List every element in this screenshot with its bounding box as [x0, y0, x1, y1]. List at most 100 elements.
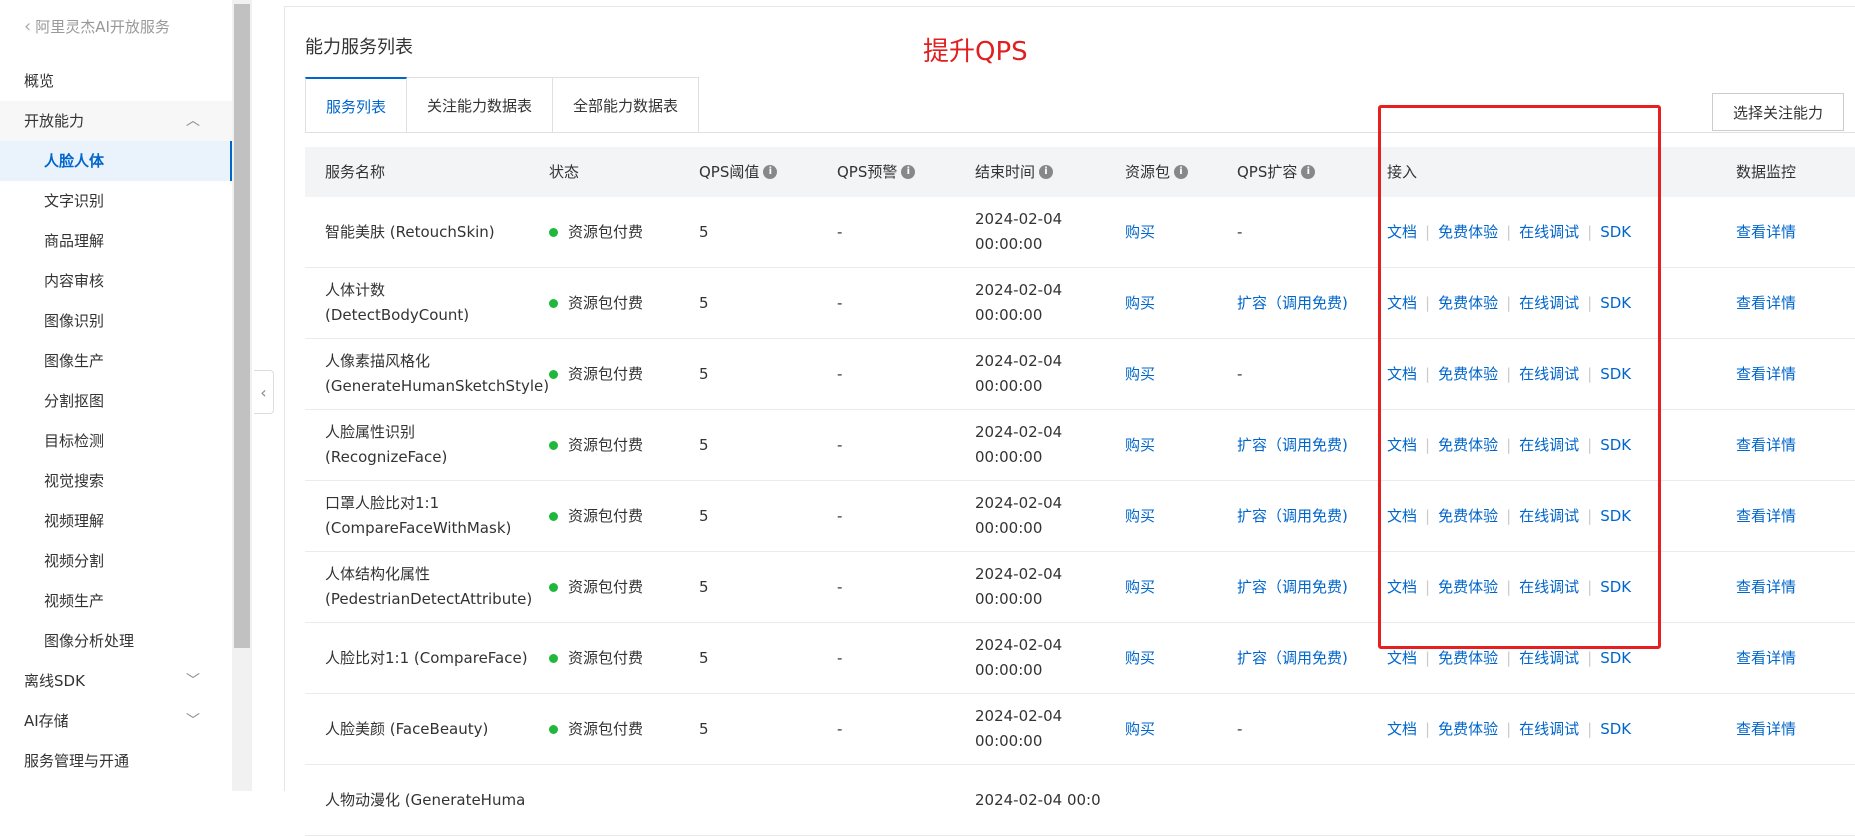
detail-link[interactable]: 查看详情: [1736, 294, 1796, 312]
doc-link[interactable]: 文档: [1387, 507, 1417, 525]
sdk-link[interactable]: SDK: [1600, 649, 1631, 667]
sdk-link[interactable]: SDK: [1600, 720, 1631, 738]
sidebar-item-label: 图像识别: [44, 312, 105, 330]
debug-link[interactable]: 在线调试: [1519, 365, 1579, 383]
sidebar-item-product[interactable]: 商品理解: [0, 221, 232, 261]
detail-link[interactable]: 查看详情: [1736, 436, 1796, 454]
sidebar-item-moderation[interactable]: 内容审核: [0, 261, 232, 301]
sdk-link[interactable]: SDK: [1600, 223, 1631, 241]
sidebar-item-offline-sdk[interactable]: 离线SDK ﹀: [0, 661, 232, 701]
buy-link[interactable]: 购买: [1125, 223, 1155, 241]
debug-link[interactable]: 在线调试: [1519, 436, 1579, 454]
back-link[interactable]: ‹ 阿里灵杰AI开放服务: [24, 16, 170, 37]
sidebar-item-video-segmentation[interactable]: 视频分割: [0, 541, 232, 581]
monitor-cell: 查看详情: [1716, 575, 1855, 600]
table-row: 人脸比对1:1 (CompareFace) 资源包付费 5 - 2024-02-04 0…: [305, 623, 1855, 694]
sdk-link[interactable]: SDK: [1600, 507, 1631, 525]
doc-link[interactable]: 文档: [1387, 649, 1417, 667]
tab-all-data[interactable]: 全部能力数据表: [553, 77, 700, 133]
trial-link[interactable]: 免费体验: [1438, 649, 1498, 667]
debug-link[interactable]: 在线调试: [1519, 578, 1579, 596]
sidebar-item-image-analysis[interactable]: 图像分析处理: [0, 621, 232, 661]
debug-link[interactable]: 在线调试: [1519, 649, 1579, 667]
trial-link[interactable]: 免费体验: [1438, 720, 1498, 738]
sidebar-item-image-production[interactable]: 图像生产: [0, 341, 232, 381]
sidebar-scrollbar[interactable]: [232, 0, 252, 791]
sidebar-item-video-understanding[interactable]: 视频理解: [0, 501, 232, 541]
sidebar-item-service-management[interactable]: 服务管理与开通: [0, 741, 232, 781]
debug-link[interactable]: 在线调试: [1519, 720, 1579, 738]
trial-link[interactable]: 免费体验: [1438, 365, 1498, 383]
sidebar-item-video-production[interactable]: 视频生产: [0, 581, 232, 621]
info-icon[interactable]: i: [1039, 165, 1054, 179]
sidebar-item-label: 概览: [24, 72, 55, 90]
detail-link[interactable]: 查看详情: [1736, 365, 1796, 383]
sidebar-item-segmentation[interactable]: 分割抠图: [0, 381, 232, 421]
debug-link[interactable]: 在线调试: [1519, 507, 1579, 525]
buy-link[interactable]: 购买: [1125, 294, 1155, 312]
divider: |: [1506, 435, 1512, 454]
sidebar-item-label: 图像分析处理: [44, 632, 135, 650]
doc-link[interactable]: 文档: [1387, 720, 1417, 738]
status-text: 资源包付费: [568, 719, 644, 738]
sidebar-item-ai-storage[interactable]: AI存储 ﹀: [0, 701, 232, 741]
detail-link[interactable]: 查看详情: [1736, 507, 1796, 525]
info-icon[interactable]: i: [1301, 165, 1316, 179]
sidebar-item-visual-search[interactable]: 视觉搜索: [0, 461, 232, 501]
status-cell: 资源包付费: [529, 220, 679, 245]
info-icon[interactable]: i: [763, 165, 778, 179]
scrollbar-thumb[interactable]: [234, 4, 250, 648]
expand-link[interactable]: 扩容（调用免费): [1237, 649, 1348, 667]
doc-link[interactable]: 文档: [1387, 223, 1417, 241]
expand-link[interactable]: 扩容（调用免费): [1237, 436, 1348, 454]
sdk-link[interactable]: SDK: [1600, 578, 1631, 596]
expand-link[interactable]: 扩容（调用免费): [1237, 578, 1348, 596]
buy-link[interactable]: 购买: [1125, 720, 1155, 738]
buy-link[interactable]: 购买: [1125, 436, 1155, 454]
select-followed-button[interactable]: 选择关注能力: [1712, 93, 1844, 131]
divider: |: [1506, 648, 1512, 667]
info-icon[interactable]: i: [901, 165, 916, 179]
doc-link[interactable]: 文档: [1387, 365, 1417, 383]
sidebar-collapse-button[interactable]: ‹: [254, 370, 274, 414]
sidebar-item-ocr[interactable]: 文字识别: [0, 181, 232, 221]
trial-link[interactable]: 免费体验: [1438, 223, 1498, 241]
tab-followed-data[interactable]: 关注能力数据表: [407, 77, 554, 133]
expand-link[interactable]: 扩容（调用免费): [1237, 507, 1348, 525]
detail-link[interactable]: 查看详情: [1736, 223, 1796, 241]
info-icon[interactable]: i: [1174, 165, 1189, 179]
trial-link[interactable]: 免费体验: [1438, 294, 1498, 312]
sidebar-item-image-recognition[interactable]: 图像识别: [0, 301, 232, 341]
doc-link[interactable]: 文档: [1387, 294, 1417, 312]
trial-link[interactable]: 免费体验: [1438, 436, 1498, 454]
sidebar-item-face-body[interactable]: 人脸人体: [0, 141, 232, 181]
detail-link[interactable]: 查看详情: [1736, 578, 1796, 596]
divider: |: [1587, 435, 1593, 454]
buy-link[interactable]: 购买: [1125, 365, 1155, 383]
trial-link[interactable]: 免费体验: [1438, 507, 1498, 525]
trial-link[interactable]: 免费体验: [1438, 578, 1498, 596]
sidebar-item-detection[interactable]: 目标检测: [0, 421, 232, 461]
tab-service-list[interactable]: 服务列表: [305, 77, 408, 133]
status-dot-icon: [549, 369, 558, 379]
detail-link[interactable]: 查看详情: [1736, 649, 1796, 667]
debug-link[interactable]: 在线调试: [1519, 294, 1579, 312]
buy-link[interactable]: 购买: [1125, 578, 1155, 596]
detail-link[interactable]: 查看详情: [1736, 720, 1796, 738]
sdk-link[interactable]: SDK: [1600, 294, 1631, 312]
access-cell: 文档 | 免费体验 | 在线调试 | SDK: [1367, 220, 1716, 245]
sidebar-item-open-capabilities[interactable]: 开放能力 ︿: [0, 101, 232, 141]
package-cell: 购买: [1105, 717, 1217, 742]
table-row: 人脸美颜 (FaceBeauty) 资源包付费 5 - 2024-02-04 00:00…: [305, 694, 1855, 765]
doc-link[interactable]: 文档: [1387, 578, 1417, 596]
doc-link[interactable]: 文档: [1387, 436, 1417, 454]
sdk-link[interactable]: SDK: [1600, 436, 1631, 454]
expand-link[interactable]: 扩容（调用免费): [1237, 294, 1348, 312]
end-time: 2024-02-04 00:00:00: [975, 565, 1063, 608]
sidebar-item-overview[interactable]: 概览: [0, 61, 232, 101]
buy-link[interactable]: 购买: [1125, 507, 1155, 525]
buy-link[interactable]: 购买: [1125, 649, 1155, 667]
table-row: 人像素描风格化 (GenerateHumanSketchStyle) 资源包付费 5…: [305, 339, 1855, 410]
debug-link[interactable]: 在线调试: [1519, 223, 1579, 241]
sdk-link[interactable]: SDK: [1600, 365, 1631, 383]
